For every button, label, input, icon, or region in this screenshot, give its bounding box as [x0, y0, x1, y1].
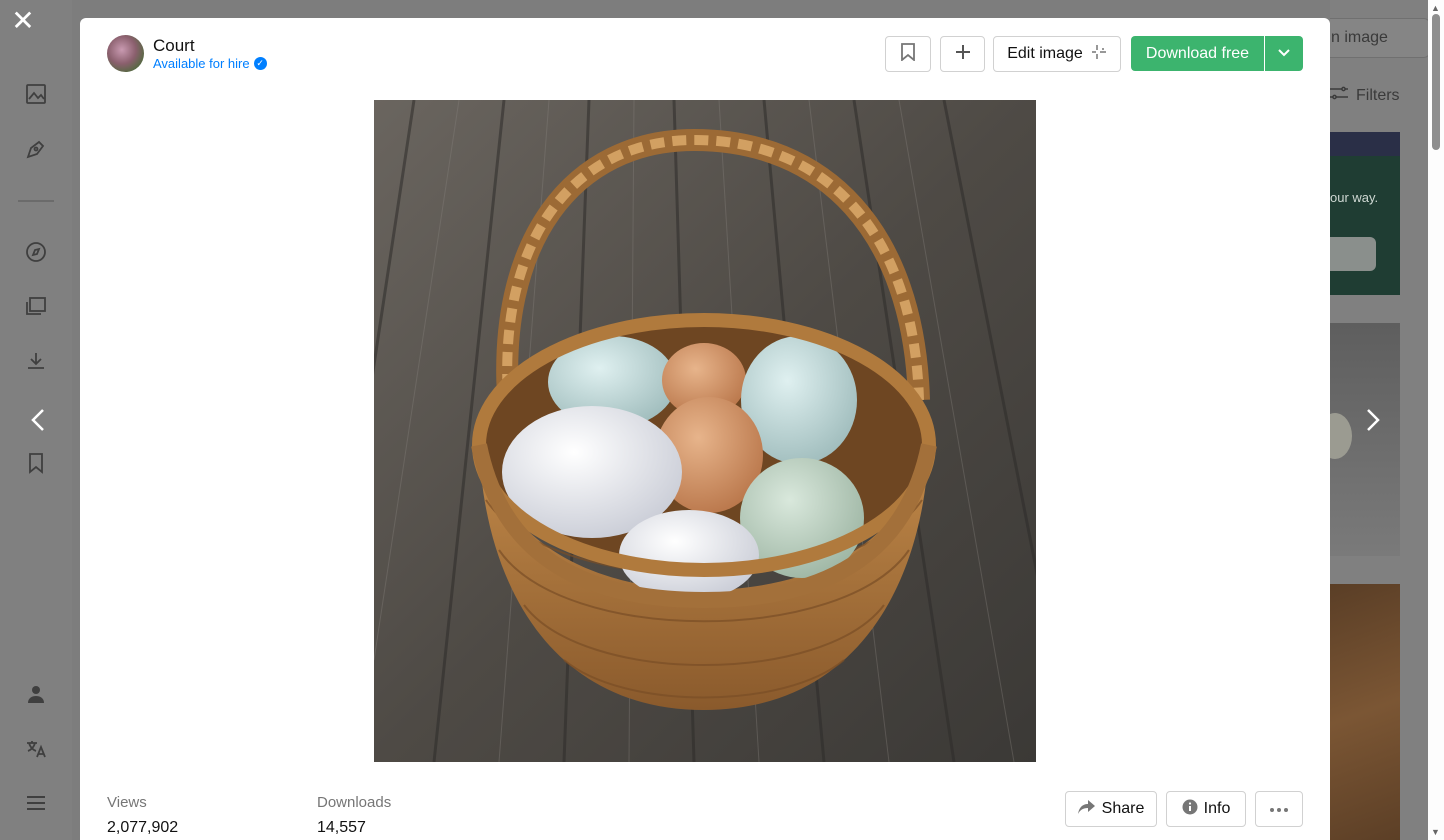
edit-image-button[interactable]: Edit image — [993, 36, 1121, 72]
filters-label: Filters — [1356, 86, 1400, 104]
close-icon[interactable]: ✕ — [10, 7, 36, 35]
scrollbar-thumb[interactable] — [1432, 14, 1440, 150]
add-to-collection-button[interactable] — [940, 36, 985, 72]
downloads-icon[interactable] — [22, 347, 50, 375]
main-photo[interactable] — [374, 100, 1036, 762]
info-button[interactable]: Info — [1166, 791, 1246, 827]
photos-icon[interactable] — [22, 80, 50, 108]
illustrations-icon[interactable] — [22, 135, 50, 163]
promo-banner-text: our way. — [1330, 190, 1379, 205]
search-by-image-button[interactable]: n image — [1330, 18, 1428, 58]
share-icon — [1077, 799, 1096, 820]
explore-icon[interactable] — [22, 238, 50, 266]
hire-status[interactable]: Available for hire ✓ — [153, 56, 267, 71]
edit-image-label: Edit image — [1007, 45, 1083, 62]
sparkle-icon — [1091, 44, 1107, 65]
bookmark-button[interactable] — [885, 36, 931, 72]
more-icon — [1269, 800, 1289, 818]
verified-icon: ✓ — [253, 57, 267, 70]
language-icon[interactable] — [22, 735, 50, 763]
background-photo[interactable] — [1330, 584, 1400, 840]
user-name[interactable]: Court — [153, 36, 267, 56]
views-label: Views — [107, 794, 147, 811]
menu-icon[interactable] — [22, 789, 50, 817]
bookmark-icon — [900, 42, 916, 66]
background-photo[interactable] — [1330, 323, 1400, 556]
share-button[interactable]: Share — [1065, 791, 1157, 827]
more-actions-button[interactable] — [1255, 791, 1303, 827]
sidebar-divider — [18, 200, 54, 202]
views-stat: Views 2,077,902 — [107, 794, 178, 837]
user-info[interactable]: Court Available for hire ✓ — [107, 35, 267, 72]
avatar[interactable] — [107, 35, 144, 72]
account-icon[interactable] — [22, 680, 50, 708]
promo-banner-top — [1330, 132, 1400, 156]
downloads-label: Downloads — [317, 794, 392, 811]
photo-modal: Court Available for hire ✓ Edit image Do… — [80, 18, 1330, 840]
hire-status-label: Available for hire — [153, 56, 250, 71]
downloads-value: 14,557 — [317, 819, 366, 836]
page-scrollbar[interactable]: ▲ ▼ — [1428, 0, 1444, 840]
bookmarks-icon[interactable] — [22, 449, 50, 477]
download-options-button[interactable] — [1265, 36, 1303, 71]
chevron-right-icon[interactable] — [1357, 405, 1387, 435]
collections-icon[interactable] — [22, 292, 50, 320]
filters-button[interactable]: Filters — [1330, 86, 1400, 105]
plus-icon — [954, 43, 972, 66]
info-icon — [1182, 799, 1198, 820]
filters-icon — [1330, 86, 1348, 105]
chevron-left-icon[interactable] — [24, 405, 54, 435]
chevron-down-icon — [1277, 45, 1291, 63]
downloads-stat: Downloads 14,557 — [317, 794, 391, 837]
views-value: 2,077,902 — [107, 819, 179, 836]
promo-banner-button[interactable] — [1330, 237, 1376, 271]
download-button[interactable]: Download free — [1131, 36, 1264, 71]
info-label: Info — [1203, 800, 1231, 817]
share-label: Share — [1101, 800, 1145, 817]
